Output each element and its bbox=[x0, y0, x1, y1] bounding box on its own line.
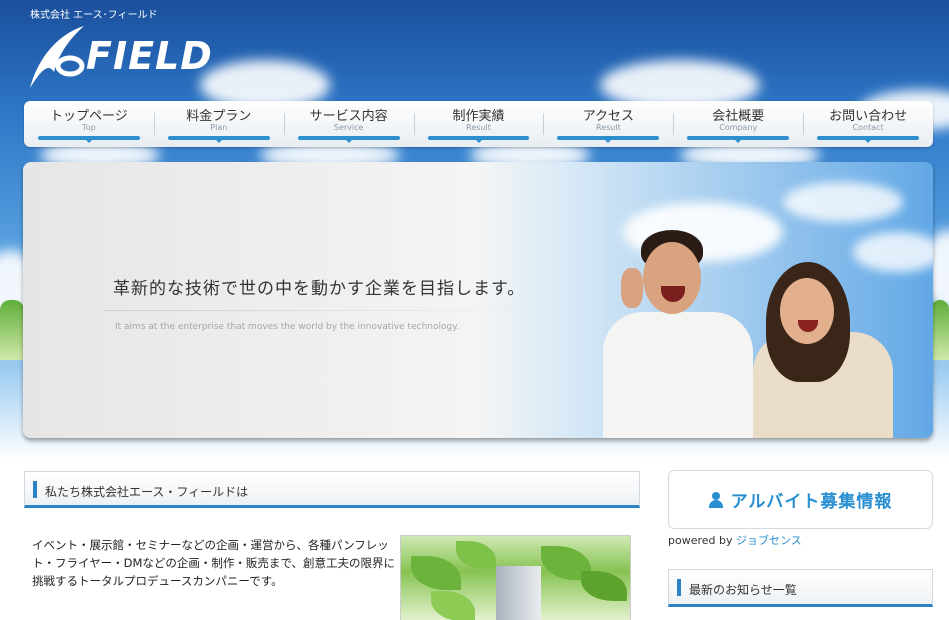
hero-photo-man bbox=[593, 222, 763, 438]
nav-item-access[interactable]: アクセス Result bbox=[543, 101, 673, 147]
nav-label: トップページ bbox=[50, 109, 128, 124]
nav-item-contact[interactable]: お問い合わせ Contact bbox=[803, 101, 933, 147]
nav-label: 制作実績 bbox=[452, 109, 505, 124]
nav-sublabel: Service bbox=[333, 123, 364, 132]
main-nav: トップページ Top 料金プラン Plan サービス内容 Service 制作実… bbox=[24, 101, 933, 147]
nav-item-service[interactable]: サービス内容 Service bbox=[283, 101, 414, 147]
nav-sublabel: Top bbox=[82, 123, 96, 132]
nav-underline bbox=[427, 136, 530, 143]
nav-sublabel: Result bbox=[466, 123, 491, 132]
company-name: 株式会社 エース･フィールド bbox=[30, 10, 158, 21]
nav-label: お問い合わせ bbox=[829, 109, 908, 124]
nav-underline bbox=[557, 136, 660, 143]
powered-by: powered by ジョブセンス bbox=[668, 532, 802, 548]
nav-underline bbox=[297, 136, 400, 143]
jobsense-link[interactable]: ジョブセンス bbox=[736, 534, 802, 547]
about-section-header: 私たち株式会社エース・フィールドは bbox=[24, 471, 640, 508]
logo-text: FIELD bbox=[86, 34, 213, 78]
nav-sublabel: Result bbox=[596, 123, 621, 132]
nav-sublabel: Company bbox=[719, 123, 758, 132]
nav-label: 料金プラン bbox=[186, 109, 252, 124]
nav-label: アクセス bbox=[582, 109, 635, 124]
hero-banner: 革新的な技術で世の中を動かす企業を目指します。 It aims at the e… bbox=[23, 162, 933, 438]
nav-underline bbox=[817, 136, 920, 143]
job-recruitment-label: アルバイト募集情報 bbox=[730, 492, 893, 512]
heading-marker bbox=[33, 481, 37, 498]
heading-marker bbox=[677, 579, 681, 596]
nav-underline bbox=[687, 136, 790, 143]
nav-item-plan[interactable]: 料金プラン Plan bbox=[153, 101, 284, 147]
nav-item-top[interactable]: トップページ Top bbox=[24, 101, 154, 147]
powered-by-prefix: powered by bbox=[668, 534, 733, 547]
news-section-title: 最新のお知らせ一覧 bbox=[689, 583, 797, 597]
hero-subtitle: It aims at the enterprise that moves the… bbox=[115, 322, 460, 332]
nav-item-company[interactable]: 会社概要 Company bbox=[673, 101, 803, 147]
nav-sublabel: Contact bbox=[852, 123, 884, 132]
nav-sublabel: Plan bbox=[210, 123, 228, 132]
site-logo[interactable]: FIELD bbox=[28, 22, 218, 90]
building-photo bbox=[400, 535, 631, 620]
nav-item-result[interactable]: 制作実績 Result bbox=[413, 101, 544, 147]
hero-photo-woman bbox=[748, 262, 898, 438]
job-recruitment-banner[interactable]: アルバイト募集情報 bbox=[668, 470, 933, 529]
hero-title: 革新的な技術で世の中を動かす企業を目指します。 bbox=[113, 279, 526, 299]
nav-underline bbox=[38, 136, 140, 143]
intro-text: イベント・展示館・セミナーなどの企画・運営から、各種パンフレット・フライヤー・D… bbox=[32, 538, 395, 588]
hero-divider bbox=[103, 310, 543, 311]
news-section-header: 最新のお知らせ一覧 bbox=[668, 569, 933, 607]
person-icon bbox=[708, 491, 723, 508]
nav-underline bbox=[167, 136, 270, 143]
nav-label: サービス内容 bbox=[309, 109, 388, 124]
nav-label: 会社概要 bbox=[712, 109, 765, 124]
about-section-title: 私たち株式会社エース・フィールドは bbox=[45, 485, 249, 499]
